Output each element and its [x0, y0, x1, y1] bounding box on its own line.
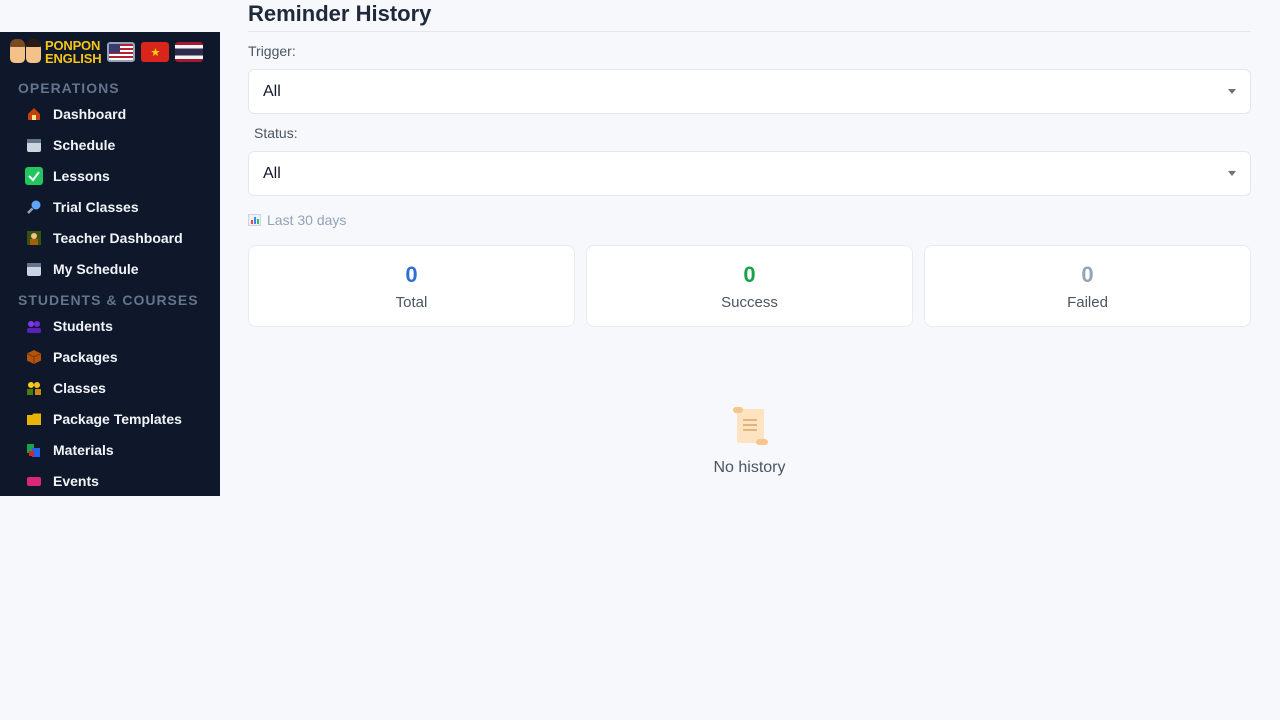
- teacher-icon: [25, 229, 43, 247]
- trigger-label: Trigger:: [248, 43, 296, 59]
- sidebar-item-dashboard[interactable]: Dashboard: [0, 98, 220, 129]
- sidebar-item-packages[interactable]: Packages: [0, 341, 220, 372]
- stat-card-failed: 0 Failed: [924, 245, 1251, 327]
- sidebar-item-label: Dashboard: [53, 105, 127, 122]
- status-label: Status:: [254, 125, 298, 141]
- books-icon: [25, 441, 43, 459]
- folder-icon: [25, 410, 43, 428]
- stat-failed-value: 0: [1081, 262, 1094, 287]
- sidebar-item-my-schedule[interactable]: My Schedule: [0, 253, 220, 284]
- logo-mascots-icon: [10, 39, 41, 63]
- stat-failed-label: Failed: [1067, 294, 1108, 311]
- checkmark-icon: [25, 166, 43, 185]
- chevron-down-icon: [1228, 89, 1236, 94]
- sidebar-item-label: Teacher Dashboard: [53, 229, 183, 246]
- chevron-down-icon: [1228, 171, 1236, 176]
- brand-row: PONPON ENGLISH ★: [0, 32, 220, 72]
- sidebar-item-teacher-dashboard[interactable]: Teacher Dashboard: [0, 222, 220, 253]
- stat-total-value: 0: [405, 262, 418, 287]
- sidebar-item-trial-classes[interactable]: Trial Classes: [0, 191, 220, 222]
- sidebar-item-label: Classes: [53, 379, 106, 396]
- section-students-courses: STUDENTS & COURSES: [18, 292, 199, 308]
- sidebar-item-label: Packages: [53, 348, 118, 365]
- stat-success-label: Success: [721, 294, 778, 311]
- bar-chart-icon: [248, 214, 261, 226]
- empty-state-text: No history: [713, 459, 786, 476]
- brand-logo[interactable]: PONPON ENGLISH: [10, 39, 102, 66]
- th-flag-icon[interactable]: [175, 42, 204, 62]
- sidebar-item-label: Schedule: [53, 136, 116, 153]
- sidebar-item-label: Events: [53, 472, 99, 489]
- us-flag-icon[interactable]: [107, 42, 136, 62]
- sidebar-item-classes[interactable]: Classes: [0, 372, 220, 403]
- empty-state: No history: [248, 407, 1251, 477]
- group-icon: [25, 379, 43, 397]
- date-range-text: Last 30 days: [267, 212, 347, 228]
- sidebar-item-label: Lessons: [53, 167, 110, 184]
- sidebar-item-schedule[interactable]: Schedule: [0, 129, 220, 160]
- sidebar-item-label: Materials: [53, 441, 114, 458]
- date-range: Last 30 days: [248, 212, 1251, 228]
- stats-cards: 0 Total 0 Success 0 Failed: [248, 245, 1251, 327]
- sidebar-item-label: Students: [53, 317, 113, 334]
- sidebar-item-label: My Schedule: [53, 260, 139, 277]
- stat-card-success: 0 Success: [586, 245, 913, 327]
- calendar-icon: [25, 260, 43, 278]
- sidebar-item-label: Package Templates: [53, 410, 182, 427]
- calendar-icon: [25, 136, 43, 154]
- section-operations: OPERATIONS: [18, 80, 120, 96]
- sidebar-item-label: Trial Classes: [53, 198, 139, 215]
- stat-success-value: 0: [743, 262, 756, 287]
- sidebar: PONPON ENGLISH ★ OPERATIONS Dashboard Sc…: [0, 32, 220, 496]
- page-title: Reminder History: [248, 0, 1251, 32]
- house-icon: [25, 105, 43, 123]
- sidebar-item-events[interactable]: Events: [0, 465, 220, 496]
- package-icon: [25, 348, 43, 366]
- stat-card-total: 0 Total: [248, 245, 575, 327]
- sidebar-item-students[interactable]: Students: [0, 310, 220, 341]
- magnifier-icon: [25, 198, 43, 216]
- ticket-icon: [25, 472, 43, 490]
- stat-total-label: Total: [395, 294, 428, 311]
- main-content: Reminder History Trigger: All Status: Al…: [248, 0, 1251, 477]
- logo-text: PONPON ENGLISH: [45, 39, 102, 66]
- trigger-select-value: All: [263, 82, 281, 100]
- sidebar-item-lessons[interactable]: Lessons: [0, 160, 220, 191]
- logo-text-line2: ENGLISH: [45, 51, 102, 66]
- scroll-icon: [732, 407, 768, 445]
- status-select-value: All: [263, 164, 281, 182]
- vn-flag-icon[interactable]: ★: [141, 42, 170, 62]
- status-select[interactable]: All: [248, 151, 1251, 196]
- people-icon: [25, 317, 43, 335]
- sidebar-item-package-templates[interactable]: Package Templates: [0, 403, 220, 434]
- sidebar-item-materials[interactable]: Materials: [0, 434, 220, 465]
- trigger-select[interactable]: All: [248, 69, 1251, 114]
